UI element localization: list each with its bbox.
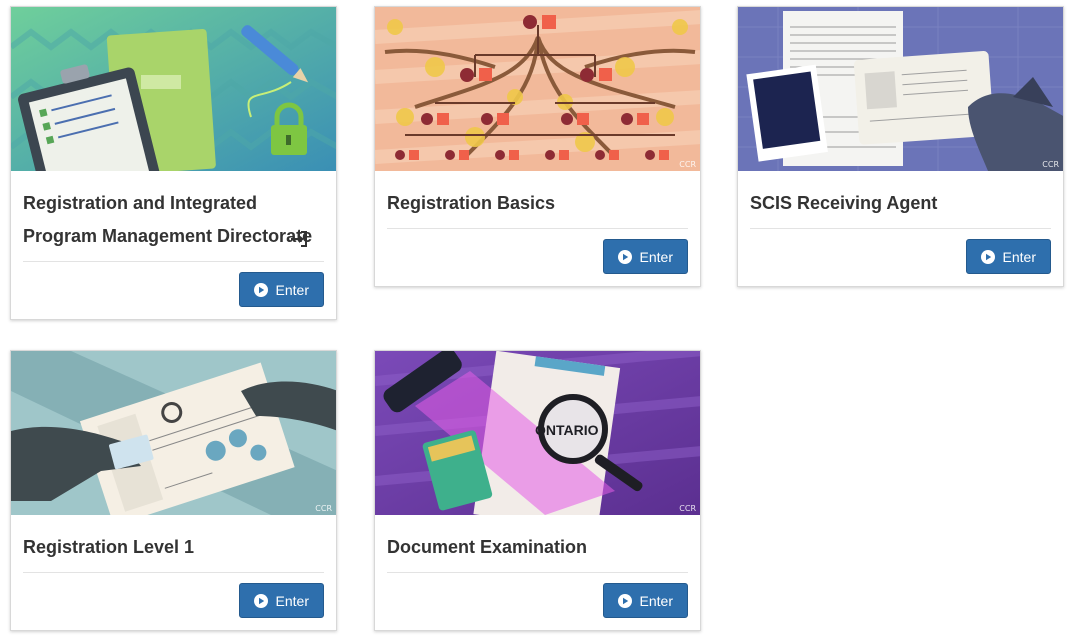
enter-label: Enter [639, 592, 673, 609]
enter-button[interactable]: Enter [238, 272, 324, 307]
enter-label: Enter [275, 281, 309, 298]
play-circle-icon [617, 249, 632, 264]
course-card-document-examination: ONTARIO CCR Document Examination Enter [374, 350, 701, 631]
course-title: Document Examination [387, 537, 588, 557]
enter-label: Enter [275, 592, 309, 609]
play-circle-icon [253, 593, 268, 608]
course-card-registration-directorate: Registration and Integrated Program Mana… [10, 6, 337, 320]
watermark: CCR [315, 504, 332, 513]
svg-text:ONTARIO: ONTARIO [535, 422, 599, 438]
course-title: Registration Basics [387, 193, 556, 213]
play-circle-icon [617, 593, 632, 608]
watermark: CCR [679, 160, 696, 169]
enter-button[interactable]: Enter [602, 583, 688, 618]
course-card-scis-receiving-agent: CCR SCIS Receiving Agent Enter [737, 6, 1064, 287]
enter-label: Enter [1002, 248, 1036, 265]
sign-in-icon[interactable] [290, 231, 308, 247]
course-title: Registration Level 1 [23, 537, 195, 557]
enter-label: Enter [639, 248, 673, 265]
course-thumbnail[interactable]: CCR [11, 351, 336, 515]
course-card-registration-level-1: CCR Registration Level 1 Enter [10, 350, 337, 631]
course-card-registration-basics: CCR Registration Basics Enter [374, 6, 701, 287]
course-thumbnail[interactable]: ONTARIO CCR [375, 351, 700, 515]
play-circle-icon [253, 282, 268, 297]
watermark: CCR [679, 504, 696, 513]
course-title: SCIS Receiving Agent [750, 193, 938, 213]
play-circle-icon [980, 249, 995, 264]
watermark: CCR [1042, 160, 1059, 169]
enter-button[interactable]: Enter [238, 583, 324, 618]
enter-button[interactable]: Enter [602, 239, 688, 274]
course-thumbnail[interactable]: CCR [738, 7, 1063, 171]
course-title: Registration and Integrated Program Mana… [23, 193, 313, 246]
course-thumbnail[interactable] [11, 7, 336, 171]
enter-button[interactable]: Enter [965, 239, 1051, 274]
course-thumbnail[interactable]: CCR [375, 7, 700, 171]
